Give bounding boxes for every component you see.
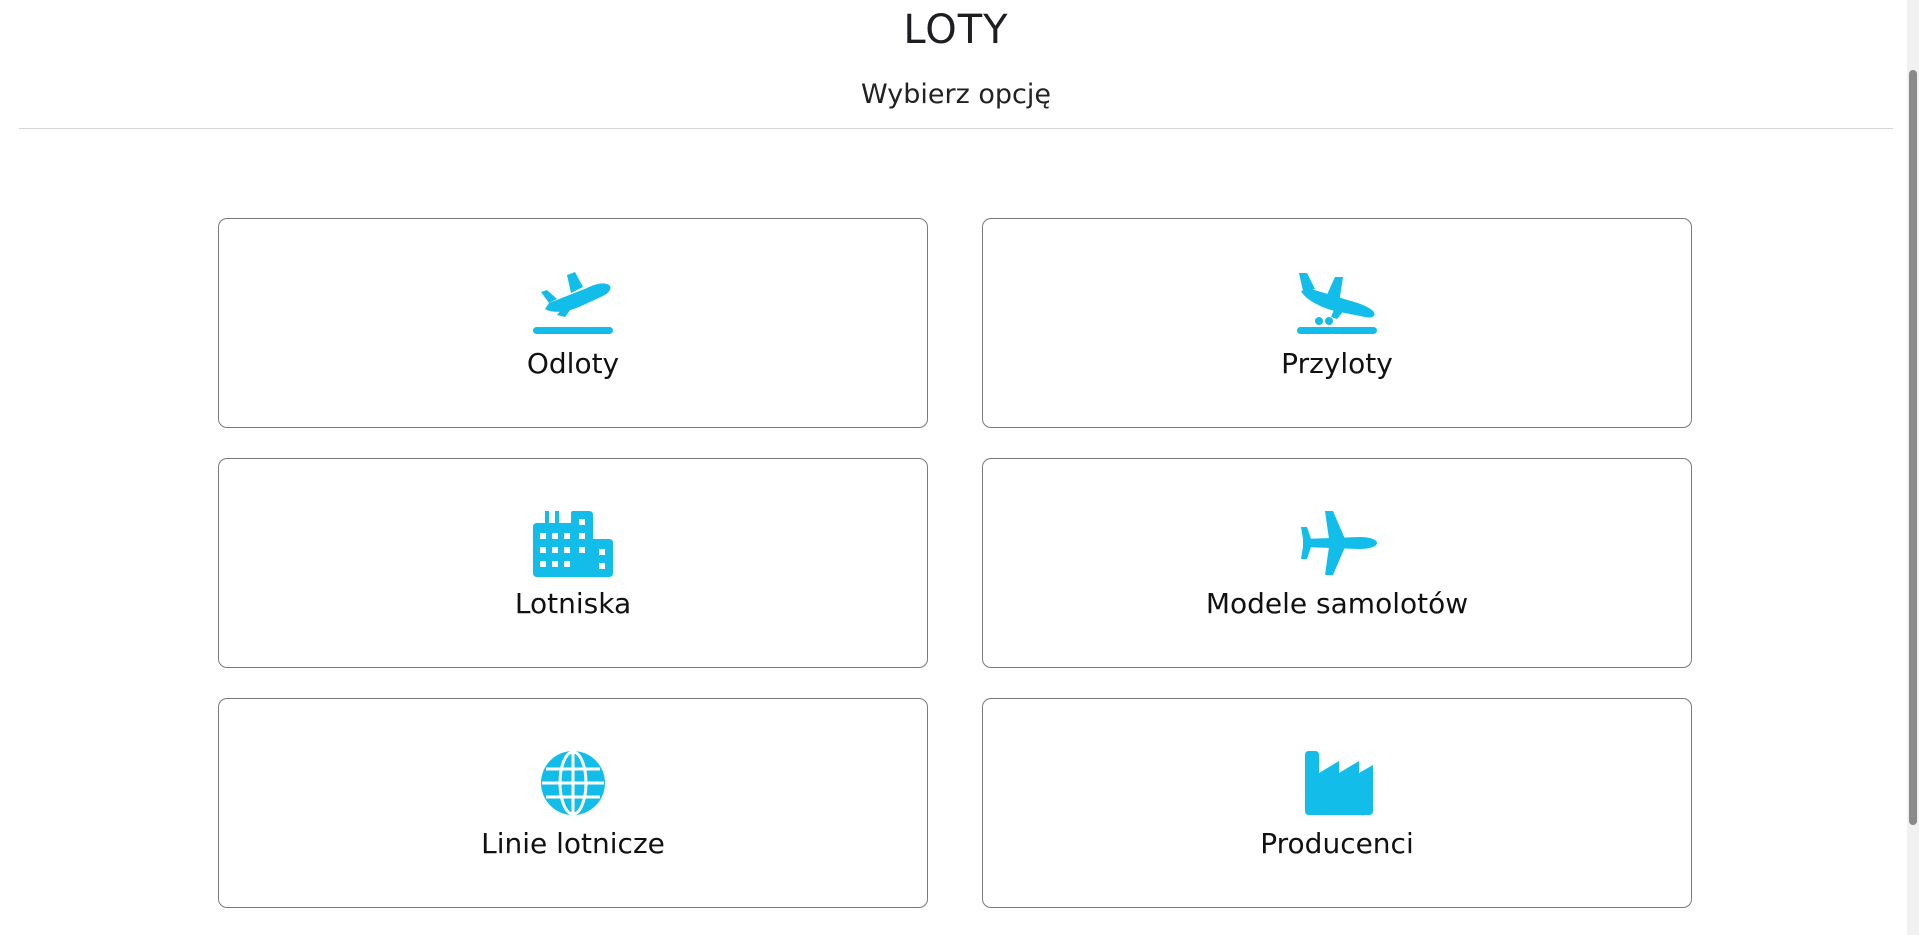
plane-departure-icon — [531, 269, 615, 337]
option-label: Linie lotnicze — [481, 827, 665, 860]
option-card-producenci[interactable]: Producenci — [982, 698, 1692, 908]
option-label: Przyloty — [1281, 347, 1393, 380]
city-buildings-icon — [531, 509, 615, 577]
option-label: Odloty — [526, 347, 620, 380]
option-card-przyloty[interactable]: Przyloty — [982, 218, 1692, 428]
page-title: LOTY — [903, 7, 1009, 53]
option-card-odloty[interactable]: Odloty — [218, 218, 928, 428]
option-label: Lotniska — [514, 587, 632, 620]
page: LOTY Wybierz opcję Odloty Przyloty Lotni… — [0, 0, 1919, 935]
plane-arrival-icon — [1295, 269, 1379, 337]
plane-icon — [1295, 509, 1379, 577]
page-subtitle: Wybierz opcję — [861, 79, 1051, 110]
option-card-modele-samolotow[interactable]: Modele samolotów — [982, 458, 1692, 668]
options-grid: Odloty Przyloty Lotniska Modele samolotó… — [218, 218, 1692, 908]
header-divider — [19, 128, 1893, 129]
globe-icon — [531, 749, 615, 817]
scrollbar[interactable] — [1907, 0, 1919, 935]
factory-icon — [1295, 749, 1379, 817]
option-card-linie-lotnicze[interactable]: Linie lotnicze — [218, 698, 928, 908]
option-card-lotniska[interactable]: Lotniska — [218, 458, 928, 668]
option-label: Modele samolotów — [1205, 587, 1469, 620]
option-label: Producenci — [1260, 827, 1414, 860]
scrollbar-thumb[interactable] — [1909, 70, 1917, 825]
